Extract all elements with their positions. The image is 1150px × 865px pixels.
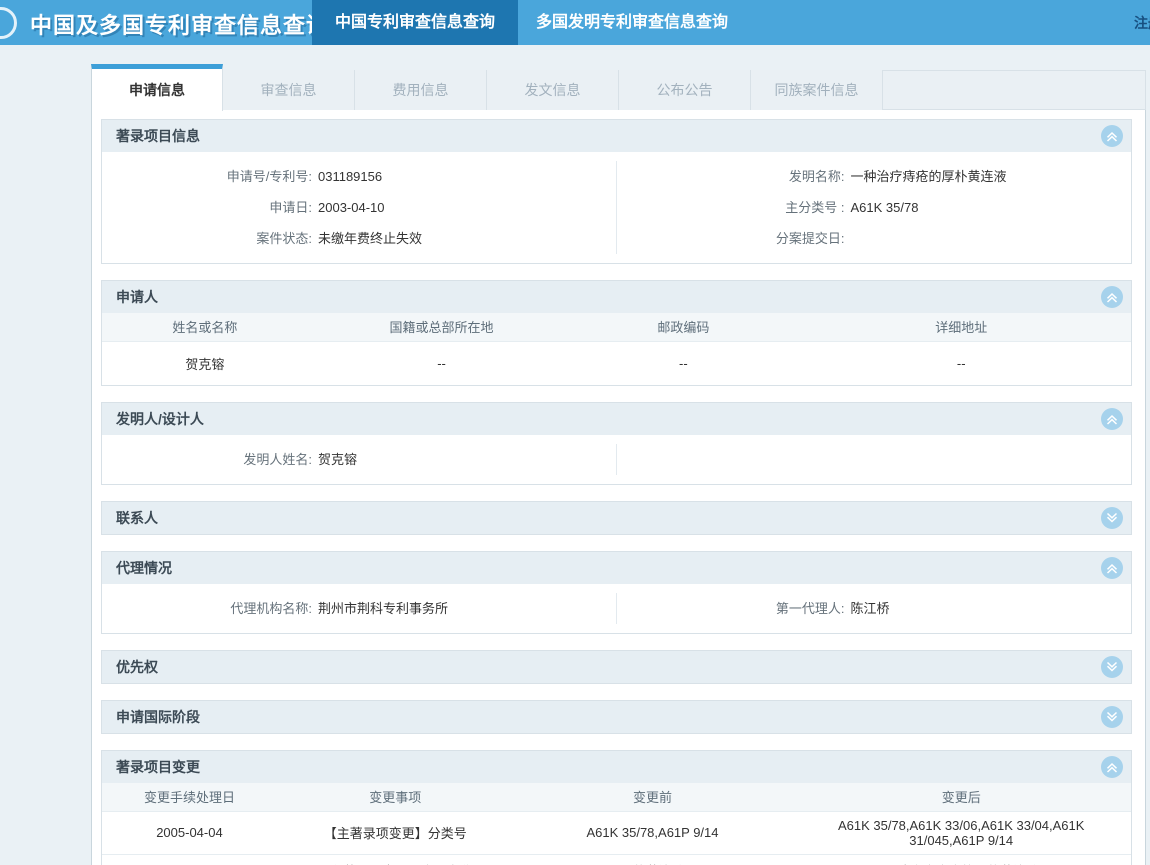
field-label: 分案提交日: bbox=[617, 223, 845, 254]
change-before-cell: A61K 35/78,A61P 9/14 bbox=[514, 811, 792, 854]
section-title: 联系人 bbox=[116, 508, 158, 528]
section-bibliographic-info: 著录项目信息 申请号/专利号:031189156 发明名称:一种治疗痔疮的厚朴黄… bbox=[101, 119, 1132, 264]
section-title: 著录项目变更 bbox=[116, 757, 200, 777]
section-title: 著录项目信息 bbox=[116, 126, 200, 146]
tab-fee-info[interactable]: 费用信息 bbox=[355, 70, 487, 110]
section-header-international[interactable]: 申请国际阶段 bbox=[102, 701, 1131, 733]
chevron-down-circle-icon[interactable] bbox=[1101, 656, 1123, 678]
nav-tab-multi-country[interactable]: 多国发明专利审查信息查询 bbox=[520, 0, 744, 45]
tab-patent-family[interactable]: 同族案件信息 bbox=[751, 70, 883, 110]
section-header-changes[interactable]: 著录项目变更 bbox=[102, 751, 1131, 783]
address-cell: -- bbox=[791, 341, 1131, 385]
field-label: 发明名称: bbox=[617, 161, 845, 192]
chevron-up-circle-icon[interactable] bbox=[1101, 756, 1123, 778]
section-title: 优先权 bbox=[116, 657, 158, 677]
app-header: 中国及多国专利审查信息查询 中国专利审查信息查询 多国发明专利审查信息查询 注册 bbox=[0, 0, 1150, 45]
chevron-up-circle-icon[interactable] bbox=[1101, 286, 1123, 308]
register-link[interactable]: 注册 bbox=[1134, 13, 1150, 33]
section-header-applicant[interactable]: 申请人 bbox=[102, 281, 1131, 313]
table-header-row: 变更手续处理日 变更事项 变更前 变更后 bbox=[102, 783, 1131, 811]
change-item-cell: 【主著录项变更】发明名称 bbox=[277, 854, 514, 865]
tab-issued-documents[interactable]: 发文信息 bbox=[487, 70, 619, 110]
main-panel: 著录项目信息 申请号/专利号:031189156 发明名称:一种治疗痔疮的厚朴黄… bbox=[91, 110, 1146, 865]
inventor-name-value: 贺克镕 bbox=[318, 444, 357, 475]
section-header-priority[interactable]: 优先权 bbox=[102, 651, 1131, 683]
chevron-down-circle-icon[interactable] bbox=[1101, 706, 1123, 728]
application-date-value: 2003-04-10 bbox=[318, 192, 385, 223]
chevron-down-circle-icon[interactable] bbox=[1101, 507, 1123, 529]
change-after-cell: A61K 35/78,A61K 33/06,A61K 33/04,A61K 31… bbox=[791, 811, 1131, 854]
change-before-cell: 厚朴黄连液 bbox=[514, 854, 792, 865]
column-header: 国籍或总部所在地 bbox=[308, 313, 576, 341]
tab-examination-info[interactable]: 审查信息 bbox=[223, 70, 355, 110]
changes-table: 变更手续处理日 变更事项 变更前 变更后 2005-04-04 【主著录项变更】… bbox=[102, 783, 1131, 865]
field-label: 主分类号 : bbox=[617, 192, 845, 223]
tab-application-info[interactable]: 申请信息 bbox=[91, 64, 223, 111]
field-label: 代理机构名称: bbox=[102, 593, 312, 624]
first-agent-value: 陈江桥 bbox=[851, 593, 890, 624]
table-row: 2005-04-04 【主著录项变更】分类号 A61K 35/78,A61P 9… bbox=[102, 811, 1131, 854]
agency-name-value: 荆州市荆科专利事务所 bbox=[318, 593, 448, 624]
tab-strip: 申请信息 审查信息 费用信息 发文信息 公布公告 同族案件信息 bbox=[91, 70, 1146, 110]
field-label: 申请日: bbox=[102, 192, 312, 223]
section-header-contact[interactable]: 联系人 bbox=[102, 502, 1131, 534]
section-priority: 优先权 bbox=[101, 650, 1132, 684]
chevron-up-circle-icon[interactable] bbox=[1101, 408, 1123, 430]
field-label: 发明人姓名: bbox=[102, 444, 312, 475]
postal-code-cell: -- bbox=[575, 341, 791, 385]
section-applicant: 申请人 姓名或名称 国籍或总部所在地 邮政编码 详细地址 贺克镕 -- -- -… bbox=[101, 280, 1132, 386]
change-date-cell: 2005-03-31 bbox=[102, 854, 277, 865]
section-header-agency[interactable]: 代理情况 bbox=[102, 552, 1131, 584]
section-agency: 代理情况 代理机构名称:荆州市荆科专利事务所 第一代理人:陈江桥 bbox=[101, 551, 1132, 634]
main-class-value: A61K 35/78 bbox=[851, 192, 919, 223]
chevron-up-circle-icon[interactable] bbox=[1101, 125, 1123, 147]
section-bibliographic-changes: 著录项目变更 变更手续处理日 变更事项 变更前 变更后 2005-04-04 【… bbox=[101, 750, 1132, 865]
nav-tab-china-patent[interactable]: 中国专利审查信息查询 bbox=[312, 0, 518, 45]
chevron-up-circle-icon[interactable] bbox=[1101, 557, 1123, 579]
column-header: 详细地址 bbox=[791, 313, 1131, 341]
section-title: 申请人 bbox=[116, 287, 158, 307]
nationality-cell: -- bbox=[308, 341, 576, 385]
table-row: 贺克镕 -- -- -- bbox=[102, 341, 1131, 385]
column-header: 姓名或名称 bbox=[102, 313, 308, 341]
table-header-row: 姓名或名称 国籍或总部所在地 邮政编码 详细地址 bbox=[102, 313, 1131, 341]
case-status-value: 未缴年费终止失效 bbox=[318, 223, 422, 254]
applicant-name-cell: 贺克镕 bbox=[102, 341, 308, 385]
section-inventor: 发明人/设计人 发明人姓名:贺克镕 bbox=[101, 402, 1132, 485]
application-number-value: 031189156 bbox=[318, 161, 382, 192]
applicant-table: 姓名或名称 国籍或总部所在地 邮政编码 详细地址 贺克镕 -- -- -- bbox=[102, 313, 1131, 385]
field-label: 第一代理人: bbox=[617, 593, 845, 624]
change-item-cell: 【主著录项变更】分类号 bbox=[277, 811, 514, 854]
column-header: 变更后 bbox=[791, 783, 1131, 811]
section-international-phase: 申请国际阶段 bbox=[101, 700, 1132, 734]
section-contact: 联系人 bbox=[101, 501, 1132, 535]
table-row: 2005-03-31 【主著录项变更】发明名称 厚朴黄连液 一种治疗痔疮的厚朴黄… bbox=[102, 854, 1131, 865]
change-after-cell: 一种治疗痔疮的厚朴黄连液 bbox=[791, 854, 1131, 865]
app-title: 中国及多国专利审查信息查询 bbox=[30, 8, 329, 40]
column-header: 变更手续处理日 bbox=[102, 783, 277, 811]
change-date-cell: 2005-04-04 bbox=[102, 811, 277, 854]
section-title: 发明人/设计人 bbox=[116, 409, 204, 429]
section-title: 申请国际阶段 bbox=[116, 707, 200, 727]
column-header: 变更前 bbox=[514, 783, 792, 811]
app-logo-icon bbox=[0, 7, 17, 39]
field-label: 申请号/专利号: bbox=[102, 161, 312, 192]
column-header: 变更事项 bbox=[277, 783, 514, 811]
column-header: 邮政编码 bbox=[575, 313, 791, 341]
field-label: 案件状态: bbox=[102, 223, 312, 254]
section-header-inventor[interactable]: 发明人/设计人 bbox=[102, 403, 1131, 435]
tab-publication[interactable]: 公布公告 bbox=[619, 70, 751, 110]
section-header-bibliographic[interactable]: 著录项目信息 bbox=[102, 120, 1131, 152]
section-title: 代理情况 bbox=[116, 558, 172, 578]
invention-name-value: 一种治疗痔疮的厚朴黄连液 bbox=[851, 161, 1007, 192]
